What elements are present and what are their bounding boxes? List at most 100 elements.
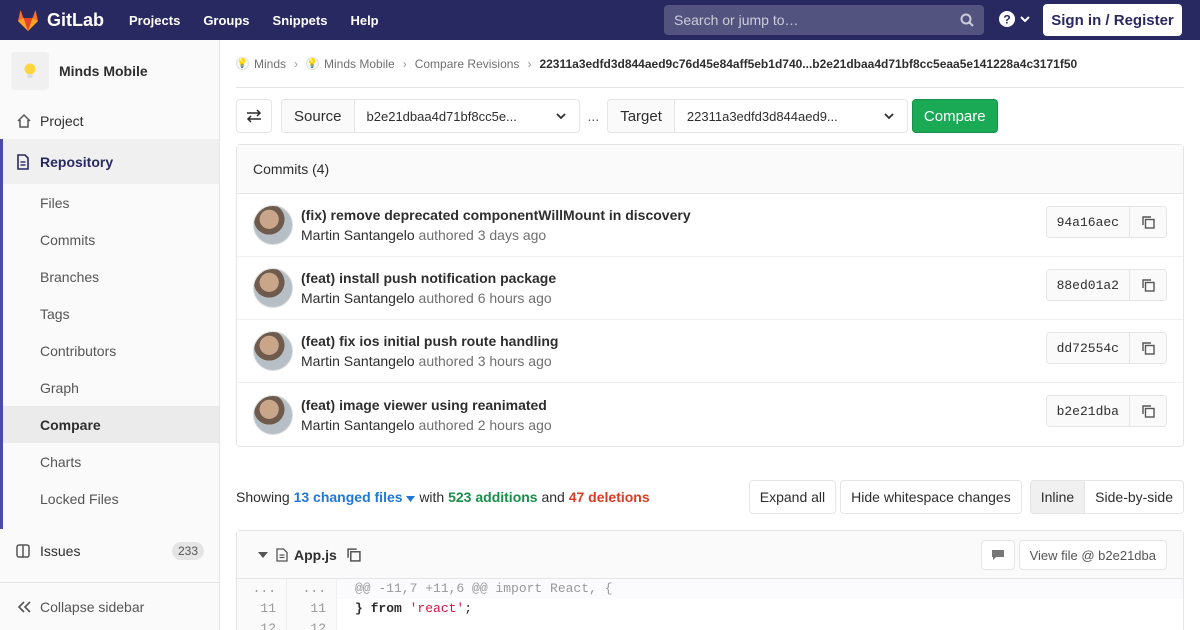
- lightbulb-icon: [24, 63, 36, 78]
- nav-projects[interactable]: Projects: [129, 13, 180, 28]
- commit-title[interactable]: (feat) fix ios initial push route handli…: [301, 333, 558, 349]
- author-avatar[interactable]: [253, 268, 293, 308]
- diff-line: 11 11 } from 'react';: [237, 599, 1183, 619]
- target-ref-group: Target 22311a3edfd3d844aed9...: [607, 99, 908, 133]
- changed-files-label: 13 changed files: [293, 489, 403, 505]
- commit-sha-group: dd72554c: [1045, 332, 1167, 364]
- commit-time: 6 hours ago: [477, 290, 552, 306]
- inline-view-button[interactable]: Inline: [1029, 480, 1086, 514]
- sidebar-item-branches[interactable]: Branches: [3, 258, 219, 295]
- sidebar-item-files[interactable]: Files: [3, 184, 219, 221]
- sidebar-item-compare[interactable]: Compare: [3, 406, 219, 443]
- commit-sha[interactable]: 94a16aec: [1046, 207, 1130, 237]
- commit-meta: Martin Santangelo authored 3 days ago: [301, 227, 691, 243]
- commit-author[interactable]: Martin Santangelo: [301, 417, 415, 433]
- diff-stats: Showing 13 changed files with 523 additi…: [236, 489, 650, 505]
- diff-line: 12 12: [237, 619, 1183, 630]
- diff-hunk-header: ... ... @@ -11,7 +11,6 @@ import React, …: [237, 579, 1183, 599]
- source-ref-group: Source b2e21dbaa4d71bf8cc5e...: [281, 99, 580, 133]
- copy-sha-button[interactable]: [1130, 333, 1166, 363]
- file-name[interactable]: App.js: [294, 547, 337, 563]
- nav-snippets[interactable]: Snippets: [273, 13, 328, 28]
- sidebar-item-charts[interactable]: Charts: [3, 443, 219, 480]
- source-ref-value: b2e21dbaa4d71bf8cc5e...: [366, 108, 517, 124]
- lightbulb-icon: 💡: [306, 57, 320, 70]
- sidebar-project-header[interactable]: Minds Mobile: [0, 40, 219, 102]
- sidebar-item-tags[interactable]: Tags: [3, 295, 219, 332]
- commit-meta: Martin Santangelo authored 3 hours ago: [301, 353, 558, 369]
- copy-sha-button[interactable]: [1130, 396, 1166, 426]
- breadcrumb-current[interactable]: 22311a3edfd3d844aed9c76d45e84aff5eb1d740…: [539, 57, 1077, 71]
- commit-sha[interactable]: dd72554c: [1046, 333, 1130, 363]
- help-dropdown[interactable]: ?: [998, 10, 1031, 28]
- copy-icon[interactable]: [347, 547, 361, 562]
- breadcrumb-minds-mobile[interactable]: 💡 Minds Mobile: [306, 57, 395, 71]
- chevron-down-icon: [884, 113, 894, 120]
- comment-toggle-button[interactable]: [980, 540, 1015, 570]
- sidebar-item-graph[interactable]: Graph: [3, 369, 219, 406]
- diff-stats-row: Showing 13 changed files with 523 additi…: [236, 480, 1184, 514]
- view-file-button[interactable]: View file @ b2e21dba: [1018, 540, 1167, 570]
- copy-sha-button[interactable]: [1130, 270, 1166, 300]
- new-line-number[interactable]: 11: [287, 599, 337, 619]
- side-by-side-view-button[interactable]: Side-by-side: [1085, 480, 1184, 514]
- breadcrumb-minds[interactable]: 💡 Minds: [236, 57, 286, 71]
- author-avatar[interactable]: [253, 331, 293, 371]
- sidebar-item-repository[interactable]: Repository: [0, 139, 219, 184]
- with-text: with: [419, 489, 445, 505]
- sidebar: Minds Mobile Project Repository Files Co…: [0, 40, 220, 630]
- search-input[interactable]: [674, 12, 960, 28]
- collapse-sidebar-label: Collapse sidebar: [40, 598, 145, 615]
- author-avatar[interactable]: [253, 394, 293, 435]
- copy-sha-button[interactable]: [1130, 207, 1166, 237]
- commit-sha[interactable]: 88ed01a2: [1046, 270, 1130, 300]
- compare-button[interactable]: Compare: [911, 99, 998, 133]
- copy-icon: [1141, 404, 1155, 418]
- sidebar-item-label: Issues: [40, 542, 81, 559]
- hide-whitespace-button[interactable]: Hide whitespace changes: [840, 480, 1022, 514]
- copy-icon: [1141, 341, 1155, 355]
- commit-row: (fix) remove deprecated componentWillMou…: [237, 194, 1183, 257]
- sidebar-item-project[interactable]: Project: [0, 102, 219, 139]
- breadcrumb-compare-revisions[interactable]: Compare Revisions: [415, 57, 520, 71]
- commit-sha[interactable]: b2e21dba: [1046, 396, 1130, 426]
- old-line-number[interactable]: 12: [237, 619, 287, 630]
- old-line-number[interactable]: 11: [237, 599, 287, 619]
- sidebar-item-locked-files[interactable]: Locked Files: [3, 480, 219, 517]
- gitlab-logo[interactable]: GitLab: [16, 9, 104, 31]
- commits-header: Commits (4): [237, 145, 1183, 194]
- ref-separator-dots: ...: [587, 108, 600, 124]
- old-line-number[interactable]: ...: [237, 579, 287, 599]
- commit-meta: Martin Santangelo authored 6 hours ago: [301, 290, 556, 306]
- sidebar-item-issues[interactable]: Issues 233: [0, 529, 219, 572]
- sidebar-item-commits[interactable]: Commits: [3, 221, 219, 258]
- sidebar-item-contributors[interactable]: Contributors: [3, 332, 219, 369]
- commit-title[interactable]: (fix) remove deprecated componentWillMou…: [301, 207, 691, 223]
- new-line-number[interactable]: 12: [287, 619, 337, 630]
- sidebar-item-label: Repository: [40, 153, 114, 170]
- author-avatar[interactable]: [253, 205, 293, 245]
- breadcrumb-separator-icon: ›: [294, 56, 299, 71]
- source-ref-dropdown[interactable]: b2e21dbaa4d71bf8cc5e...: [355, 100, 579, 132]
- search-icon: [960, 13, 974, 27]
- search-box: [664, 5, 984, 35]
- expand-all-button[interactable]: Expand all: [748, 480, 837, 514]
- source-label: Source: [282, 100, 355, 132]
- commit-time: 2 hours ago: [477, 416, 552, 433]
- commit-author[interactable]: Martin Santangelo: [301, 227, 415, 243]
- caret-down-icon[interactable]: [258, 551, 268, 559]
- target-ref-dropdown[interactable]: 22311a3edfd3d844aed9...: [675, 100, 907, 132]
- breadcrumb-label: Minds Mobile: [324, 56, 395, 71]
- commit-author[interactable]: Martin Santangelo: [301, 353, 415, 369]
- changed-files-dropdown[interactable]: 13 changed files: [294, 489, 416, 505]
- nav-groups[interactable]: Groups: [203, 13, 249, 28]
- new-line-number[interactable]: ...: [287, 579, 337, 599]
- commit-title[interactable]: (feat) install push notification package: [301, 270, 556, 286]
- swap-revisions-button[interactable]: [236, 99, 272, 133]
- commit-author[interactable]: Martin Santangelo: [301, 290, 415, 306]
- signin-register-button[interactable]: Sign in / Register: [1043, 4, 1182, 36]
- nav-help[interactable]: Help: [350, 13, 378, 28]
- collapse-sidebar-button[interactable]: Collapse sidebar: [0, 582, 219, 630]
- commit-title[interactable]: (feat) image viewer using reanimated: [301, 397, 552, 413]
